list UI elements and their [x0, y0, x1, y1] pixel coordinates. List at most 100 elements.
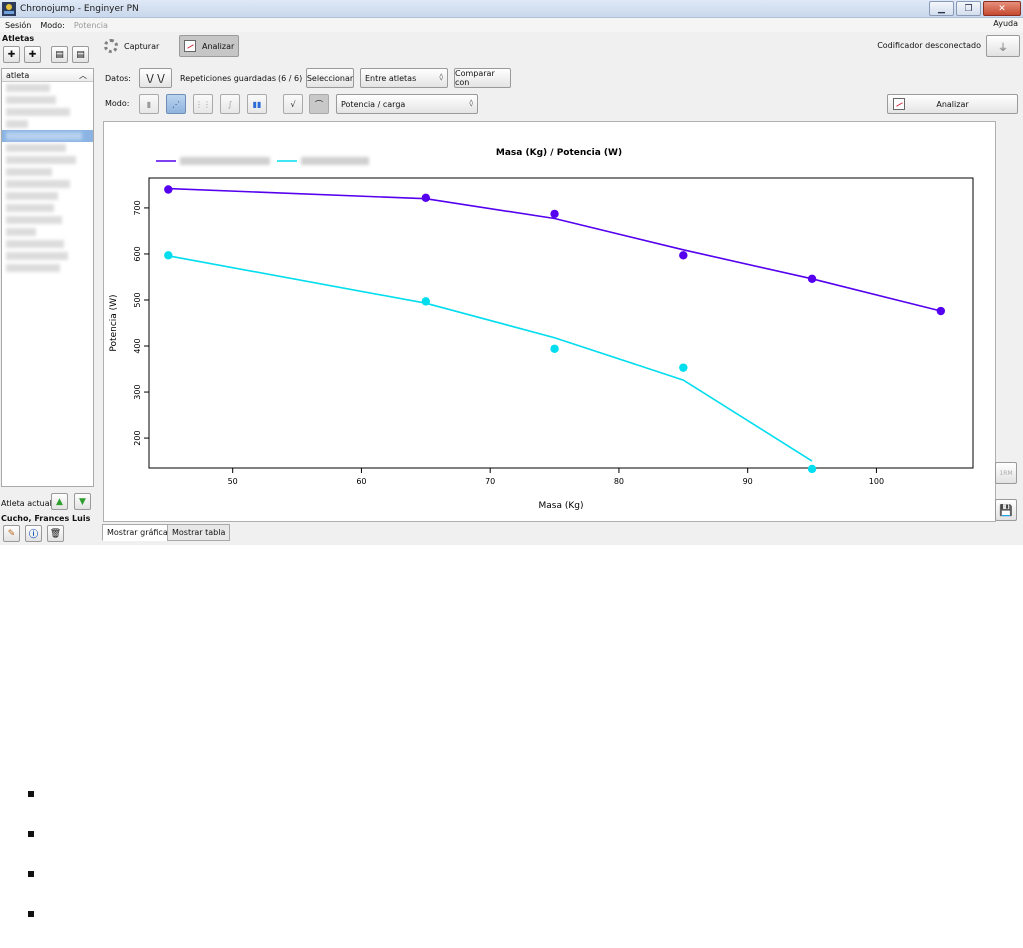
list-item-selected[interactable]	[2, 130, 93, 142]
bullet-icon	[28, 871, 34, 877]
x-tick-label: 80	[614, 477, 624, 486]
series-2-point	[679, 363, 688, 372]
tab-show-graph[interactable]: Mostrar gráfica	[102, 524, 173, 541]
edit-icon: ✎	[7, 528, 16, 539]
ecc-con-phase-button[interactable]: ⌒	[309, 94, 329, 114]
analyze-button[interactable]: Analizar	[887, 94, 1018, 114]
athletes-panel: Atletas ✚ ✚ ▤ ▤ atleta ︿ Atleta actual ▲…	[0, 32, 96, 545]
menu-help[interactable]: Ayuda	[993, 19, 1018, 28]
list-item[interactable]	[2, 106, 93, 118]
menu-bar: Sesión Modo: Potencia Ayuda	[0, 18, 1023, 32]
list-item[interactable]	[2, 142, 93, 154]
bullet-icon	[28, 791, 34, 797]
delete-athlete-button[interactable]: 🗑	[47, 525, 64, 542]
series-1-point	[550, 209, 559, 219]
connect-encoder-button[interactable]: ⏚	[986, 35, 1020, 57]
select-button[interactable]: Seleccionar	[306, 68, 354, 88]
bullet-icon	[28, 831, 34, 837]
series-1-point	[679, 251, 688, 260]
list-item[interactable]	[2, 238, 93, 250]
mode-label: Modo:	[105, 99, 130, 108]
series-1-line	[168, 187, 942, 312]
menu-mode[interactable]: Modo:	[40, 21, 64, 30]
x-tick-label: 100	[869, 477, 884, 486]
saved-repetitions-label: Repeticiones guardadas	[180, 74, 277, 83]
encoder-status: Codificador desconectado	[877, 41, 981, 50]
scatter-icon: ⋰	[172, 99, 180, 109]
trash-icon: 🗑	[49, 528, 62, 539]
info-icon: ⓘ	[28, 530, 38, 540]
concentric-phase-button[interactable]: √	[283, 94, 303, 114]
save-image-button[interactable]: 💾	[995, 499, 1017, 521]
restore-button[interactable]: ❐	[956, 1, 981, 16]
compare-with-button[interactable]: Comparar con	[454, 68, 511, 88]
list-item	[28, 788, 34, 828]
list-item[interactable]	[2, 166, 93, 178]
plot-frame	[148, 177, 974, 469]
power-load-chart: Masa (Kg) / Potencia (W) 50 60 70 80 90 100 2…	[109, 148, 974, 511]
check-curve-icon: √	[290, 99, 296, 109]
side-icon: ⋮⋮	[195, 99, 211, 109]
y-tick-label: 300	[133, 384, 142, 399]
minimize-button[interactable]: ▁	[929, 1, 954, 16]
series-1-point	[164, 185, 173, 194]
edit-athlete-button[interactable]: ✎	[3, 525, 20, 542]
x-tick-label: 50	[228, 477, 238, 486]
analyze-mode-button[interactable]: Analizar	[179, 35, 240, 57]
list-item[interactable]	[2, 154, 93, 166]
floppy-disk-icon: 💾	[999, 503, 1013, 517]
list-item[interactable]	[2, 118, 93, 130]
x-axis-label: Masa (Kg)	[539, 501, 584, 511]
series-2-point	[807, 464, 817, 474]
one-rm-label: 1RM	[999, 469, 1013, 477]
y-tick-label: 400	[133, 338, 142, 353]
add-person-icon: ✚	[7, 49, 16, 60]
neuromuscular-mode-button[interactable]: ∫	[220, 94, 240, 114]
list-item[interactable]	[2, 214, 93, 226]
list-item[interactable]	[2, 190, 93, 202]
list-item[interactable]	[2, 262, 93, 274]
series-1-point	[807, 274, 817, 284]
window-title: Chronojump - Enginyer PN	[20, 3, 139, 14]
one-rm-button[interactable]: 1RM	[995, 462, 1017, 484]
arc-icon: ⌒	[315, 99, 323, 109]
menu-session[interactable]: Sesión	[5, 21, 31, 30]
previous-athlete-button[interactable]: ▲	[51, 493, 68, 510]
list-item[interactable]	[2, 226, 93, 238]
x-tick-label: 70	[485, 477, 495, 486]
load-multiple-athletes-button[interactable]: ▤	[72, 46, 89, 63]
list-item[interactable]	[2, 82, 93, 94]
add-multiple-athletes-button[interactable]: ✚	[24, 46, 41, 63]
analysis-variable-combo[interactable]: Potencia / carga ◊	[336, 94, 478, 114]
curves-type-button[interactable]: \/ \/	[139, 68, 172, 88]
current-athlete-name: Cucho, Frances Luis	[1, 514, 91, 523]
main-panel: Capturar Analizar Codificador desconecta…	[100, 32, 1023, 545]
curves-icon: \/ \/	[146, 71, 165, 85]
saved-repetitions-count: (6 / 6)	[278, 74, 303, 83]
single-curve-mode-button[interactable]: ▮	[139, 94, 159, 114]
cross-mode-button[interactable]: ⋰	[166, 94, 186, 114]
folder-multiple-icon: ▤	[76, 49, 85, 60]
list-item[interactable]	[2, 202, 93, 214]
list-item[interactable]	[2, 94, 93, 106]
powerbars-mode-button[interactable]: ▮▮	[247, 94, 267, 114]
new-athlete-button[interactable]: ✚	[3, 46, 20, 63]
bullet-icon	[28, 911, 34, 917]
side-mode-button[interactable]: ⋮⋮	[193, 94, 213, 114]
y-tick-label: 500	[133, 292, 142, 307]
next-athlete-button[interactable]: ▼	[74, 493, 91, 510]
series-2-point	[550, 344, 559, 353]
list-item[interactable]	[2, 250, 93, 262]
athlete-info-button[interactable]: ⓘ	[25, 525, 42, 542]
athlete-column-header[interactable]: atleta ︿	[2, 69, 93, 82]
tab-show-table[interactable]: Mostrar tabla	[167, 524, 231, 541]
add-people-icon: ✚	[28, 49, 37, 60]
close-button[interactable]: ✕	[983, 1, 1021, 16]
compare-type-combo[interactable]: Entre atletas ◊	[360, 68, 448, 88]
gear-icon	[104, 39, 118, 53]
capture-button[interactable]: Capturar	[104, 35, 159, 57]
plug-icon: ⏚	[998, 42, 1008, 54]
list-item[interactable]	[2, 178, 93, 190]
chevron-updown-icon: ◊	[439, 73, 443, 81]
load-athlete-button[interactable]: ▤	[51, 46, 68, 63]
